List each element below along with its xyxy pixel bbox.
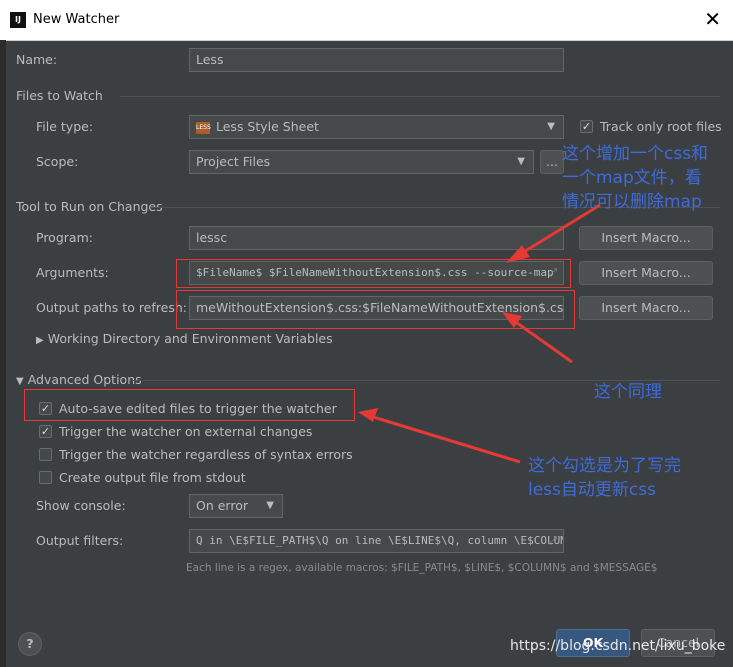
annotation-text: 一个map文件，看 — [562, 168, 702, 188]
annotation-arrows — [358, 203, 601, 464]
arrowhead-icon — [506, 245, 530, 263]
annotation-text: less自动更新css — [528, 480, 656, 500]
watermark: https://blog.csdn.net/lixu_boke — [510, 638, 726, 654]
arrowhead-icon — [358, 408, 378, 422]
annotation-note-3: 这个勾选是为了写完 less自动更新css — [528, 454, 681, 502]
annotation-text: 情况可以删除map — [562, 192, 702, 212]
arrow-to-autosave — [369, 414, 521, 464]
arrow-to-output-paths — [509, 316, 573, 364]
annotation-note-2: 这个同理 — [594, 382, 662, 402]
annotation-text: 这个增加一个css和 — [562, 144, 709, 164]
annotation-text: 这个勾选是为了写完 — [528, 456, 681, 476]
annotation-note-1: 这个增加一个css和 一个map文件，看 情况可以删除map — [562, 142, 708, 214]
